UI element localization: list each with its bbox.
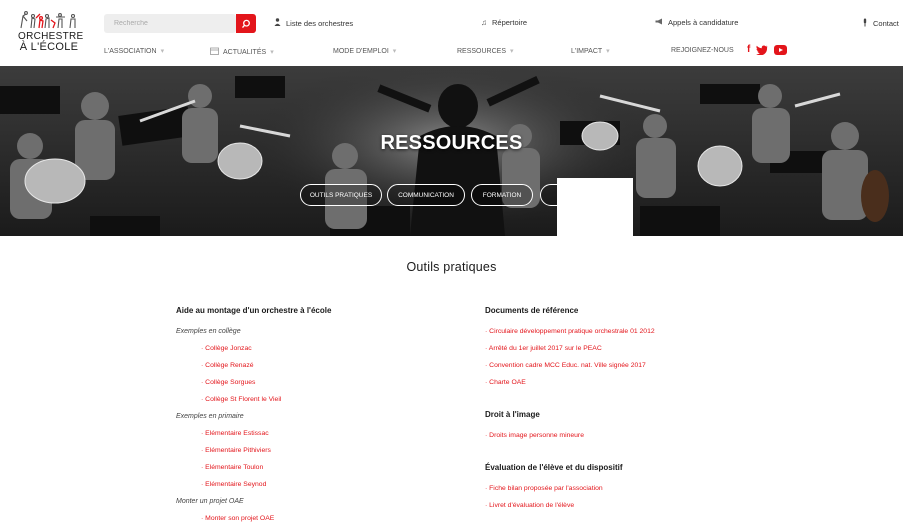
doc-link[interactable]: · Convention cadre MCC Educ. nat. Ville … bbox=[485, 357, 805, 374]
toplink-orchestras[interactable]: Liste des orchestres bbox=[274, 18, 353, 28]
doc-link-label: Elémentaire Seynod bbox=[205, 481, 267, 488]
calendar-icon bbox=[210, 47, 219, 57]
doc-link[interactable]: · Arrêté du 1er juillet 2017 sur le PEAC bbox=[485, 340, 805, 357]
chevron-down-icon: ▾ bbox=[392, 48, 397, 55]
group-label: Exemples en primaire bbox=[176, 413, 244, 420]
social-links: f bbox=[747, 44, 788, 56]
hero-title: RESSOURCES bbox=[380, 132, 523, 154]
right-column: Documents de référence · Circulaire déve… bbox=[485, 305, 805, 514]
doc-link-label: Collège Jonzac bbox=[205, 345, 252, 352]
logo-figures bbox=[18, 8, 80, 32]
site-header: ORCHESTRE À L'ÉCOLE Liste des orchestres… bbox=[0, 0, 903, 66]
doc-link-label: Charte OAE bbox=[489, 379, 526, 386]
chevron-down-icon: ▾ bbox=[270, 49, 274, 56]
doc-link[interactable]: · Charte OAE bbox=[485, 374, 805, 391]
doc-link[interactable]: · Elémentaire Estissac bbox=[176, 425, 456, 442]
toplink-contact[interactable]: Contact bbox=[862, 18, 899, 29]
megaphone-icon bbox=[655, 18, 663, 27]
group-label: Exemples en collège bbox=[176, 328, 241, 335]
nav-impact-label: L'IMPACT bbox=[571, 47, 603, 55]
doc-link[interactable]: · Droits image personne mineure bbox=[485, 427, 805, 444]
nav-rejoignez-label: REJOIGNEZ-NOUS bbox=[671, 47, 734, 54]
nav-actualites-label: ACTUALITÉS bbox=[223, 48, 267, 56]
search-icon bbox=[241, 19, 250, 28]
doc-link-label: Circulaire développement pratique orches… bbox=[489, 328, 655, 335]
hero-banner: RESSOURCES OUTILS PRATIQUES COMMUNICATIO… bbox=[0, 66, 903, 236]
doc-link[interactable]: · Elémentaire Toulon bbox=[176, 459, 456, 476]
right-heading: Évaluation de l'élève et du dispositif bbox=[485, 463, 623, 472]
doc-link[interactable]: · Collège St Florent le Vieil bbox=[176, 391, 456, 408]
page-section-title: Outils pratiques bbox=[406, 260, 497, 274]
toplink-contact-label: Contact bbox=[873, 19, 899, 28]
toplink-calls-label: Appels à candidature bbox=[668, 18, 739, 27]
toplink-repertoire-label: Répertoire bbox=[492, 18, 528, 27]
nav-ressources[interactable]: RESSOURCES ▾ bbox=[457, 47, 514, 56]
doc-link[interactable]: · Fiche bilan proposée par l'association bbox=[485, 480, 805, 497]
nav-ressources-label: RESSOURCES bbox=[457, 47, 507, 55]
chevron-down-icon: ▾ bbox=[160, 48, 165, 55]
doc-link[interactable]: · Collège Renazé bbox=[176, 357, 456, 374]
facebook-icon[interactable]: f bbox=[747, 44, 750, 56]
group-label: Monter un projet OAE bbox=[176, 498, 244, 505]
nav-rejoignez[interactable]: REJOIGNEZ-NOUS bbox=[671, 47, 734, 54]
nav-impact[interactable]: L'IMPACT ▾ bbox=[571, 47, 610, 56]
doc-link-label: Droits image personne mineure bbox=[489, 432, 584, 439]
logo[interactable]: ORCHESTRE À L'ÉCOLE bbox=[18, 8, 83, 62]
doc-link-label: Elémentaire Pithiviers bbox=[205, 447, 271, 454]
music-note-icon: ♫ bbox=[481, 18, 487, 27]
pill-formation[interactable]: FORMATION bbox=[471, 184, 533, 206]
search-input[interactable] bbox=[104, 14, 236, 33]
doc-link-label: Collège Sorgues bbox=[205, 379, 256, 386]
doc-link-label: Collège St Florent le Vieil bbox=[205, 396, 282, 403]
chevron-down-icon: ▾ bbox=[606, 48, 610, 55]
nav-association[interactable]: L'ASSOCIATION ▾ bbox=[104, 47, 165, 56]
twitter-bird-icon[interactable] bbox=[756, 45, 768, 55]
doc-link[interactable]: · Elémentaire Seynod bbox=[176, 476, 456, 493]
doc-link-label: Fiche bilan proposée par l'association bbox=[489, 485, 603, 492]
logo-line-2: À L'ÉCOLE bbox=[19, 41, 79, 53]
doc-link-label: Collège Renazé bbox=[205, 362, 254, 369]
chevron-down-icon: ▾ bbox=[510, 48, 514, 55]
doc-link-label: Livret d'évaluation de l'élève bbox=[489, 502, 575, 509]
doc-link[interactable]: · Collège Sorgues bbox=[176, 374, 456, 391]
nav-actualites[interactable]: ACTUALITÉS ▾ bbox=[210, 47, 274, 57]
person-icon bbox=[274, 18, 281, 28]
right-heading: Documents de référence bbox=[485, 306, 579, 315]
doc-link-label: Elémentaire Estissac bbox=[205, 430, 269, 437]
doc-link[interactable]: · Collège Jonzac bbox=[176, 340, 456, 357]
doc-link-label: Arrêté du 1er juillet 2017 sur le PEAC bbox=[488, 345, 602, 352]
doc-link-label: Elémentaire Toulon bbox=[205, 464, 264, 471]
overlay-white-box bbox=[557, 178, 633, 236]
left-column: Aide au montage d'un orchestre à l'école… bbox=[176, 305, 456, 527]
logo-figures-icon bbox=[20, 11, 76, 29]
doc-link[interactable]: · Monter son projet OAE bbox=[176, 510, 456, 527]
toplink-repertoire[interactable]: ♫ Répertoire bbox=[481, 18, 527, 27]
toplink-calls[interactable]: Appels à candidature bbox=[655, 18, 738, 27]
doc-link[interactable]: · Elémentaire Pithiviers bbox=[176, 442, 456, 459]
pill-communication[interactable]: COMMUNICATION bbox=[387, 184, 465, 206]
left-heading: Aide au montage d'un orchestre à l'école bbox=[176, 306, 332, 315]
doc-link[interactable]: · Livret d'évaluation de l'élève bbox=[485, 497, 805, 514]
search-button[interactable] bbox=[236, 14, 256, 33]
nav-mode-emploi[interactable]: MODE D'EMPLOI ▾ bbox=[333, 47, 397, 56]
toplink-orchestras-label: Liste des orchestres bbox=[286, 18, 354, 28]
pill-outils-pratiques[interactable]: OUTILS PRATIQUES bbox=[300, 184, 382, 206]
youtube-icon[interactable] bbox=[774, 45, 788, 55]
doc-link-label: Convention cadre MCC Educ. nat. Ville si… bbox=[489, 362, 646, 369]
nav-association-label: L'ASSOCIATION bbox=[104, 47, 157, 55]
right-heading: Droit à l'image bbox=[485, 410, 540, 419]
microphone-icon bbox=[862, 18, 868, 29]
doc-link[interactable]: · Circulaire développement pratique orch… bbox=[485, 323, 805, 340]
nav-mode-emploi-label: MODE D'EMPLOI bbox=[333, 47, 389, 55]
doc-link-label: Monter son projet OAE bbox=[205, 515, 275, 522]
